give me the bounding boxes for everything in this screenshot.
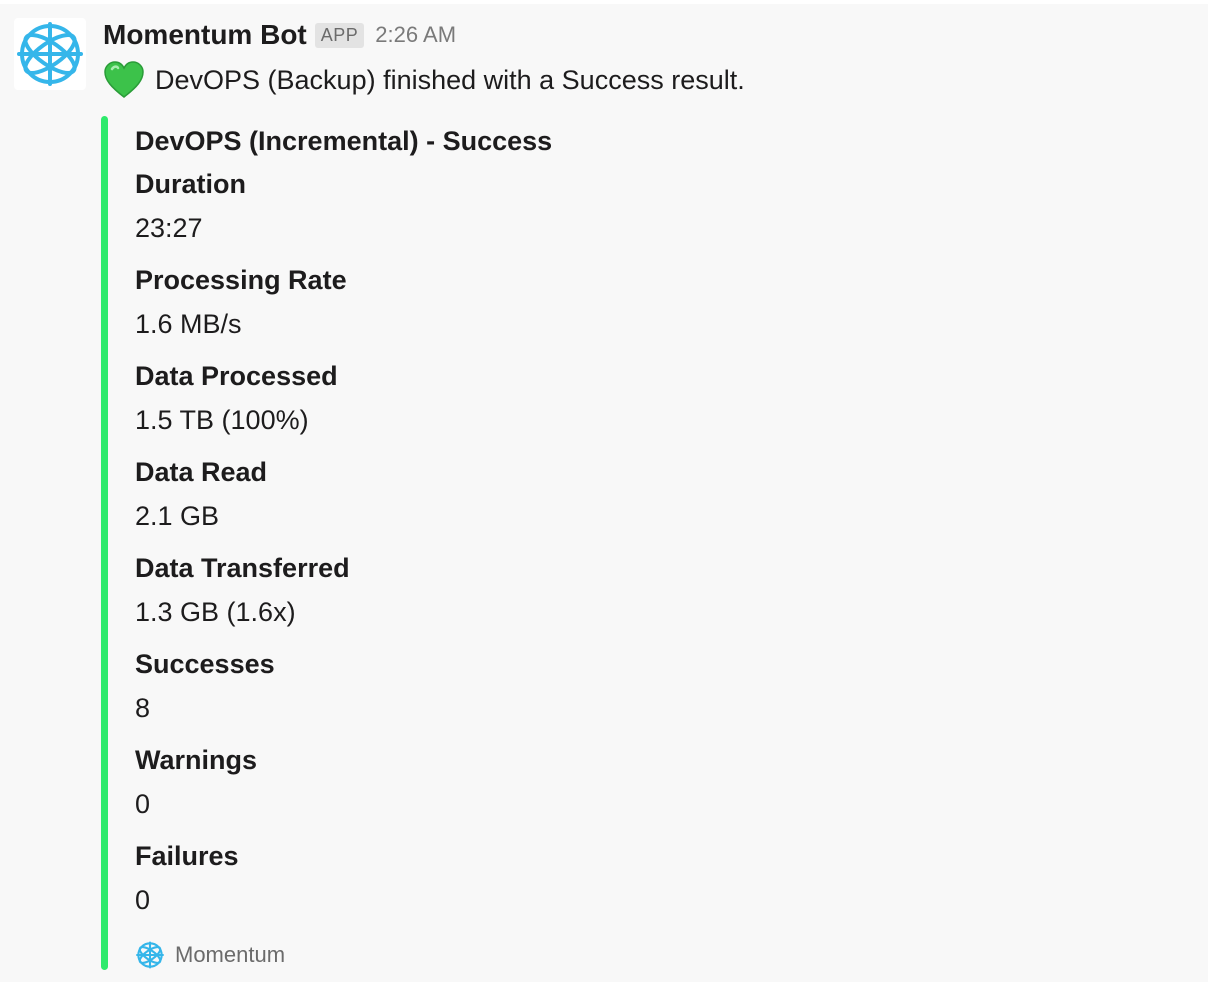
field-value: 0 [135,885,151,915]
message-container: Momentum Bot APP 2:26 AM DevOPS (Backup)… [0,4,1208,982]
field-title: Duration [135,169,246,199]
field-value: 1.5 TB (100%) [135,405,309,435]
attachment-accent-bar [101,116,108,970]
field-title: Data Read [135,457,268,487]
app-badge: APP [314,22,365,48]
field-title: Data Transferred [135,553,350,583]
field-successes: Successes 8 [135,644,1175,740]
bot-avatar[interactable] [14,18,86,90]
message-timestamp[interactable]: 2:26 AM [375,22,456,48]
field-data-processed: Data Processed 1.5 TB (100%) [135,356,1175,452]
field-value: 23:27 [135,213,203,243]
attachment-footer: Momentum [135,940,285,970]
green-heart-icon [104,61,144,98]
field-title: Processing Rate [135,265,347,295]
field-value: 0 [135,789,151,819]
field-value: 8 [135,693,151,723]
footer-text: Momentum [175,942,286,967]
attachment-body: DevOPS (Incremental) - Success Duration … [135,122,1175,932]
attachment-title: DevOPS (Incremental) - Success [135,126,553,156]
field-data-transferred: Data Transferred 1.3 GB (1.6x) [135,548,1175,644]
momentum-logo-icon [17,22,83,86]
field-duration: Duration 23:27 [135,164,1175,260]
message-header: Momentum Bot APP 2:26 AM [103,18,456,52]
field-value: 2.1 GB [135,501,220,531]
field-value: 1.6 MB/s [135,309,242,339]
message-body: DevOPS (Backup) finished with a Success … [103,60,745,100]
field-title: Warnings [135,745,258,775]
momentum-logo-icon [136,941,164,969]
field-failures: Failures 0 [135,836,1175,932]
field-data-read: Data Read 2.1 GB [135,452,1175,548]
field-title: Successes [135,649,275,679]
bot-name[interactable]: Momentum Bot [103,19,307,51]
field-title: Failures [135,841,239,871]
message-text: DevOPS (Backup) finished with a Success … [155,64,745,95]
field-warnings: Warnings 0 [135,740,1175,836]
field-processing-rate: Processing Rate 1.6 MB/s [135,260,1175,356]
field-value: 1.3 GB (1.6x) [135,597,296,627]
field-title: Data Processed [135,361,338,391]
